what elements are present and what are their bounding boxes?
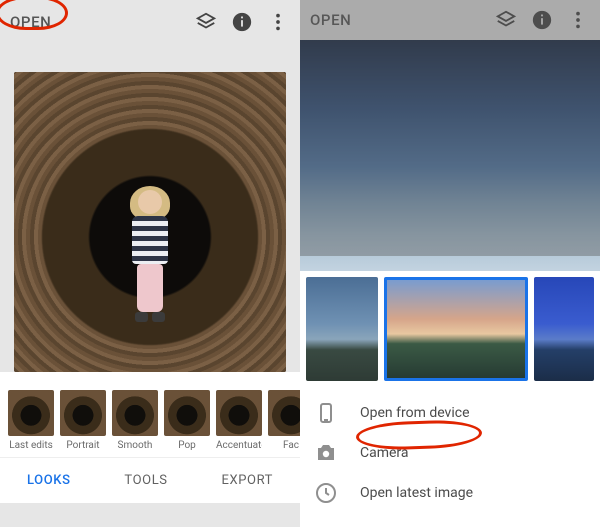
option-open-latest[interactable]: Open latest image — [306, 473, 594, 513]
recent-thumb[interactable] — [306, 277, 378, 381]
camera-icon — [312, 439, 340, 467]
look-thumb[interactable]: Accentuate — [216, 390, 262, 451]
photo-canvas[interactable] — [14, 72, 286, 372]
open-button[interactable]: OPEN — [308, 7, 353, 33]
open-button[interactable]: OPEN — [8, 9, 53, 35]
recent-thumb-selected[interactable] — [384, 277, 528, 381]
open-options-list: Open from device Camera Open latest imag… — [300, 387, 600, 527]
look-thumb[interactable]: Smooth — [112, 390, 158, 451]
header-left: OPEN — [0, 0, 300, 44]
look-label: Portrait — [60, 440, 106, 451]
tab-looks[interactable]: LOOKS — [27, 473, 71, 488]
tab-tools[interactable]: TOOLS — [124, 473, 167, 488]
recent-thumb[interactable] — [534, 277, 594, 381]
stack-icon[interactable] — [492, 6, 520, 34]
device-icon — [312, 399, 340, 427]
look-thumb[interactable]: Pop — [164, 390, 210, 451]
background-photo — [300, 40, 600, 271]
panel-editor: OPEN Last edits Portrait Smooth Pop Acce… — [0, 0, 300, 527]
recent-photos-row — [300, 271, 600, 387]
panel-open-sheet: OPEN Open from device Camera — [300, 0, 600, 527]
overflow-icon[interactable] — [564, 6, 592, 34]
look-label: Fac — [268, 440, 300, 451]
look-thumb[interactable]: Portrait — [60, 390, 106, 451]
info-icon[interactable] — [228, 8, 256, 36]
clock-icon — [312, 479, 340, 507]
bottom-tabs: LOOKS TOOLS EXPORT — [0, 457, 300, 503]
look-label: Pop — [164, 440, 210, 451]
look-label: Accentuate — [216, 440, 262, 451]
option-label: Open latest image — [360, 485, 473, 501]
overflow-icon[interactable] — [264, 8, 292, 36]
look-label: Smooth — [112, 440, 158, 451]
header-right: OPEN — [300, 0, 600, 40]
option-camera[interactable]: Camera — [306, 433, 594, 473]
looks-filmstrip: Last edits Portrait Smooth Pop Accentuat… — [0, 372, 300, 457]
look-label: Last edits — [8, 440, 54, 451]
info-icon[interactable] — [528, 6, 556, 34]
look-thumb[interactable]: Fac — [268, 390, 300, 451]
option-open-from-device[interactable]: Open from device — [306, 393, 594, 433]
tab-export[interactable]: EXPORT — [221, 473, 273, 488]
look-thumb[interactable]: Last edits — [8, 390, 54, 451]
option-label: Camera — [360, 445, 409, 461]
stack-icon[interactable] — [192, 8, 220, 36]
option-label: Open from device — [360, 405, 470, 421]
photo-subject — [121, 190, 179, 340]
